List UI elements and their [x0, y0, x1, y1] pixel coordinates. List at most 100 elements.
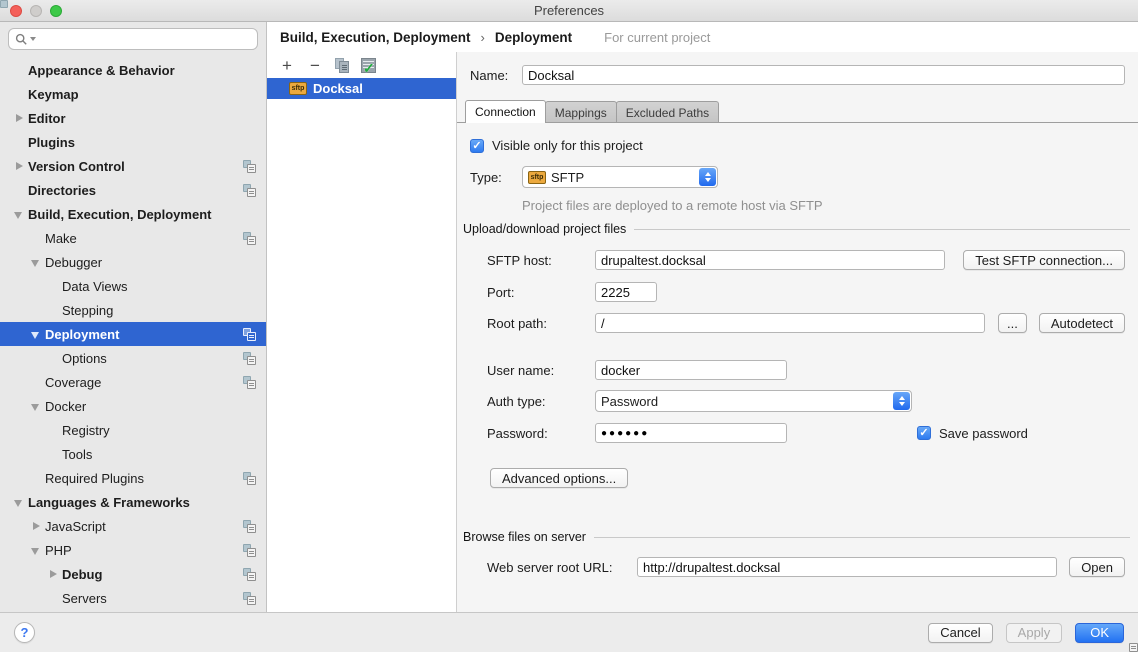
- tree-spacer: [31, 233, 41, 243]
- sidebar-item-deployment[interactable]: Deployment: [0, 322, 266, 346]
- cancel-button[interactable]: Cancel: [928, 623, 992, 643]
- sidebar-item-options[interactable]: Options: [0, 346, 266, 370]
- tree-collapsed-arrow-icon[interactable]: [31, 521, 41, 531]
- test-sftp-connection-button[interactable]: Test SFTP connection...: [963, 250, 1125, 270]
- tree-spacer: [31, 377, 41, 387]
- config-tabs: Connection Mappings Excluded Paths: [465, 100, 718, 123]
- web-root-label: Web server root URL:: [487, 560, 637, 575]
- current-project-icon: [243, 520, 256, 533]
- server-item-docksal[interactable]: sftpDocksal: [267, 78, 456, 99]
- advanced-options-button[interactable]: Advanced options...: [490, 468, 628, 488]
- password-input[interactable]: ●●●●●●: [595, 423, 787, 443]
- auth-type-select-stepper-icon[interactable]: [893, 392, 910, 410]
- sidebar-item-php[interactable]: PHP: [0, 538, 266, 562]
- autodetect-button[interactable]: Autodetect: [1039, 313, 1125, 333]
- server-list-panel: + − ✓ sftpDocksal: [267, 52, 457, 612]
- root-path-input[interactable]: /: [595, 313, 985, 333]
- type-select[interactable]: sftp SFTP: [522, 166, 718, 188]
- use-as-default-icon[interactable]: ✓: [361, 58, 376, 73]
- breadcrumb-page: Deployment: [495, 30, 572, 45]
- auth-type-label: Auth type:: [487, 394, 595, 409]
- current-project-icon: [243, 232, 256, 245]
- save-password-label: Save password: [939, 426, 1028, 441]
- sidebar-item-label: Keymap: [28, 87, 79, 102]
- port-input[interactable]: 2225: [595, 282, 657, 302]
- sidebar-item-label: Plugins: [28, 135, 75, 150]
- breadcrumb-category[interactable]: Build, Execution, Deployment: [280, 30, 471, 45]
- sidebar-item-directories[interactable]: Directories: [0, 178, 266, 202]
- sidebar-item-stepping[interactable]: Stepping: [0, 298, 266, 322]
- tree-collapsed-arrow-icon[interactable]: [48, 569, 58, 579]
- visible-only-checkbox[interactable]: ✓: [470, 139, 484, 153]
- sftp-host-input[interactable]: drupaltest.docksal: [595, 250, 945, 270]
- sidebar-item-appearance-behavior[interactable]: Appearance & Behavior: [0, 58, 266, 82]
- preferences-window: Preferences Appearance & BehaviorKeymapE…: [0, 0, 1138, 652]
- tree-expanded-arrow-icon[interactable]: [31, 257, 41, 267]
- sidebar-item-languages-frameworks[interactable]: Languages & Frameworks: [0, 490, 266, 514]
- save-password-checkbox[interactable]: ✓: [917, 426, 931, 440]
- sidebar-item-label: JavaScript: [45, 519, 106, 534]
- sidebar-item-plugins[interactable]: Plugins: [0, 130, 266, 154]
- sidebar-item-label: Directories: [28, 183, 96, 198]
- sidebar-item-label: Editor: [28, 111, 66, 126]
- sidebar-item-label: Debug: [62, 567, 102, 582]
- current-project-icon: [243, 352, 256, 365]
- settings-tree: Appearance & Behavior Keymap Editor Plugins…: [0, 58, 266, 612]
- tree-spacer: [14, 185, 24, 195]
- sidebar-item-build-execution-deployment[interactable]: Build, Execution, Deployment: [0, 202, 266, 226]
- auth-type-select[interactable]: Password: [595, 390, 912, 412]
- sidebar-item-servers[interactable]: Servers: [0, 586, 266, 610]
- tree-collapsed-arrow-icon[interactable]: [14, 161, 24, 171]
- search-icon: [15, 33, 28, 46]
- search-options-caret-icon[interactable]: [30, 37, 36, 41]
- web-root-input[interactable]: http://drupaltest.docksal: [637, 557, 1057, 577]
- tree-expanded-arrow-icon[interactable]: [31, 329, 41, 339]
- root-path-browse-button[interactable]: ...: [998, 313, 1027, 333]
- sidebar-item-required-plugins[interactable]: Required Plugins: [0, 466, 266, 490]
- tree-expanded-arrow-icon[interactable]: [14, 497, 24, 507]
- remove-server-icon[interactable]: −: [307, 57, 323, 74]
- sidebar-item-tools[interactable]: Tools: [0, 442, 266, 466]
- name-input[interactable]: Docksal: [522, 65, 1125, 85]
- sidebar-item-version-control[interactable]: Version Control: [0, 154, 266, 178]
- sidebar-item-docker[interactable]: Docker: [0, 394, 266, 418]
- sidebar-item-javascript[interactable]: JavaScript: [0, 514, 266, 538]
- tree-spacer: [31, 473, 41, 483]
- sidebar-item-editor[interactable]: Editor: [0, 106, 266, 130]
- type-select-stepper-icon[interactable]: [699, 168, 716, 186]
- tree-spacer: [14, 137, 24, 147]
- type-value: SFTP: [551, 170, 717, 185]
- tab-connection[interactable]: Connection: [465, 100, 546, 123]
- sidebar-item-make[interactable]: Make: [0, 226, 266, 250]
- settings-search-input[interactable]: [8, 28, 258, 50]
- sidebar-item-label: Version Control: [28, 159, 125, 174]
- sidebar-item-label: Registry: [62, 423, 110, 438]
- ok-button[interactable]: OK: [1075, 623, 1124, 643]
- tab-mappings[interactable]: Mappings: [545, 101, 617, 123]
- sidebar-item-label: PHP: [45, 543, 72, 558]
- sidebar-item-coverage[interactable]: Coverage: [0, 370, 266, 394]
- tree-expanded-arrow-icon[interactable]: [31, 401, 41, 411]
- add-server-icon[interactable]: +: [279, 57, 295, 74]
- tree-expanded-arrow-icon[interactable]: [14, 209, 24, 219]
- sidebar-item-registry[interactable]: Registry: [0, 418, 266, 442]
- help-button[interactable]: ?: [14, 622, 35, 643]
- copy-server-icon[interactable]: [335, 58, 349, 73]
- current-project-icon: [243, 328, 256, 341]
- open-url-button[interactable]: Open: [1069, 557, 1125, 577]
- sftp-host-label: SFTP host:: [487, 253, 595, 268]
- root-path-label: Root path:: [487, 316, 595, 331]
- current-project-icon: [243, 376, 256, 389]
- breadcrumb-separator: ›: [479, 30, 487, 45]
- sidebar-item-keymap[interactable]: Keymap: [0, 82, 266, 106]
- browse-section-title: Browse files on server: [463, 530, 586, 544]
- server-item-label: Docksal: [313, 81, 363, 96]
- sidebar-item-debug[interactable]: Debug: [0, 562, 266, 586]
- tree-expanded-arrow-icon[interactable]: [31, 545, 41, 555]
- sidebar-item-debugger[interactable]: Debugger: [0, 250, 266, 274]
- sidebar-item-data-views[interactable]: Data Views: [0, 274, 266, 298]
- user-name-input[interactable]: docker: [595, 360, 787, 380]
- port-label: Port:: [487, 285, 595, 300]
- tree-collapsed-arrow-icon[interactable]: [14, 113, 24, 123]
- tab-excluded-paths[interactable]: Excluded Paths: [616, 101, 719, 123]
